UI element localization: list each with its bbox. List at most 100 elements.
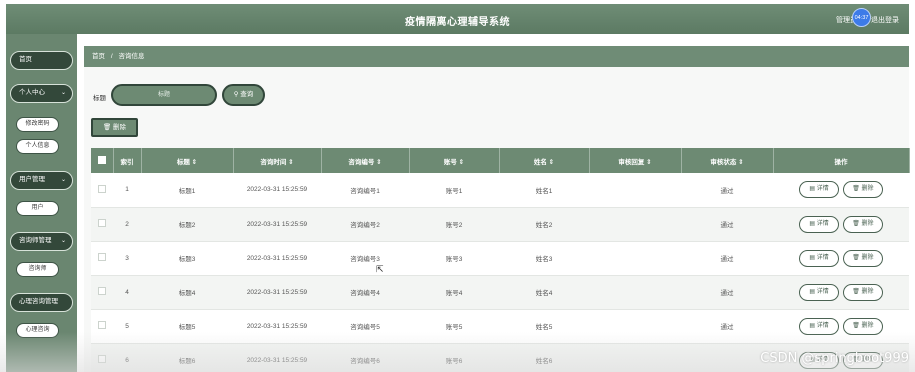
column-header[interactable]: 咨询编号 ⇕ xyxy=(321,148,410,173)
cell-code: 咨询编号4 xyxy=(350,290,380,297)
cell-code: 咨询编号2 xyxy=(350,222,380,229)
sidebar-item-user-management[interactable]: 用户管理 ⌄ xyxy=(10,171,73,190)
trash-icon: 🗑 xyxy=(852,322,860,329)
cell-reply xyxy=(589,207,681,241)
table-row: 4 标题4 2022-03-31 15:25:59 咨询编号4 账号4 姓名4 通过 ▤ 详… xyxy=(91,275,909,309)
cell-title: 标题3 xyxy=(178,256,196,263)
cell-time: 2022-03-31 15:25:59 xyxy=(246,254,308,262)
cell-time: 2022-03-31 15:25:59 xyxy=(246,288,308,296)
breadcrumb: 首页 / 咨询信息 xyxy=(84,46,909,67)
detail-button[interactable]: ▤ 详情 xyxy=(799,283,840,301)
delete-button[interactable]: 🗑 删除 xyxy=(842,181,883,199)
search-input[interactable]: 标题 xyxy=(111,84,217,106)
column-header[interactable]: 标题 ⇕ xyxy=(141,148,234,173)
clock-badge: 04:37 xyxy=(852,8,871,27)
column-header[interactable]: 审核回复 ⇕ xyxy=(589,148,682,173)
document-icon: ▤ xyxy=(809,186,816,193)
sidebar-item-home[interactable]: 首页 xyxy=(10,51,73,70)
column-header[interactable]: 咨询时间 ⇕ xyxy=(233,148,322,173)
chevron-down-icon: ⌄ xyxy=(60,177,66,183)
cell-reply xyxy=(589,241,681,275)
document-icon: ▤ xyxy=(809,288,816,295)
sidebar-item-consultation-management[interactable]: 心理咨询管理 xyxy=(10,293,73,312)
detail-label: 详情 xyxy=(816,288,829,295)
trash-icon: 🗑 xyxy=(852,220,860,227)
bulk-delete-label: 删除 xyxy=(113,124,127,131)
cell-status: 通过 xyxy=(720,290,734,297)
search-button[interactable]: ⚲ 查询 xyxy=(222,84,265,106)
cell-account: 账号4 xyxy=(445,290,463,297)
cell-index: 1 xyxy=(125,186,129,194)
delete-button[interactable]: 🗑 删除 xyxy=(842,249,883,267)
cell-index: 4 xyxy=(125,288,129,296)
cell-title: 标题2 xyxy=(178,222,196,229)
cell-time: 2022-03-31 15:25:59 xyxy=(246,186,308,194)
cell-status: 通过 xyxy=(720,256,734,263)
row-checkbox[interactable] xyxy=(91,275,113,309)
bulk-delete-button[interactable]: 🗑 删除 xyxy=(91,118,138,137)
cell-index: 2 xyxy=(125,220,129,228)
column-header[interactable]: 姓名 ⇕ xyxy=(499,148,590,173)
delete-label: 删除 xyxy=(861,322,874,329)
column-header[interactable]: 账号 ⇕ xyxy=(409,148,500,173)
cell-account: 账号3 xyxy=(445,256,463,263)
select-all-checkbox[interactable] xyxy=(91,148,114,173)
cell-reply xyxy=(589,173,681,207)
detail-label: 详情 xyxy=(816,254,829,261)
detail-label: 详情 xyxy=(816,220,829,227)
row-actions: ▤ 详情 🗑 删除 xyxy=(773,173,909,207)
breadcrumb-current: 咨询信息 xyxy=(118,53,145,60)
delete-label: 删除 xyxy=(861,186,874,193)
sidebar-item-label: 用户管理 xyxy=(19,176,45,183)
sidebar-item-counselor-management[interactable]: 咨询师管理 ⌄ xyxy=(10,232,73,251)
breadcrumb-home[interactable]: 首页 xyxy=(92,53,105,60)
delete-label: 删除 xyxy=(861,288,874,295)
row-checkbox[interactable] xyxy=(91,207,113,241)
sidebar-subitem-counselor[interactable]: 咨询师 xyxy=(16,262,59,277)
search-icon: ⚲ xyxy=(233,91,239,98)
detail-button[interactable]: ▤ 详情 xyxy=(799,215,840,233)
column-header[interactable]: 审核状态 ⇕ xyxy=(681,148,774,173)
detail-button[interactable]: ▤ 详情 xyxy=(799,181,840,199)
cell-reply xyxy=(589,275,681,309)
column-header: 索引 xyxy=(113,148,142,173)
delete-label: 删除 xyxy=(861,220,874,227)
document-icon: ▤ xyxy=(809,220,816,227)
logout-link[interactable]: 退出登录 xyxy=(871,15,899,25)
detail-label: 详情 xyxy=(816,186,829,193)
chevron-down-icon: ⌄ xyxy=(60,90,66,96)
watermark: CSDN @springboot999 xyxy=(760,351,909,366)
mouse-cursor-icon: ⇱ xyxy=(376,264,384,274)
cell-code: 咨询编号1 xyxy=(350,187,380,195)
row-actions: ▤ 详情 🗑 删除 xyxy=(773,207,909,241)
sidebar-item-label: 咨询师管理 xyxy=(19,237,52,244)
delete-button[interactable]: 🗑 删除 xyxy=(842,215,883,233)
cell-index: 3 xyxy=(125,254,129,262)
cell-account: 账号1 xyxy=(445,187,463,195)
cell-account: 账号2 xyxy=(445,222,463,229)
cell-title: 标题4 xyxy=(178,290,196,297)
sidebar-item-personal-center[interactable]: 个人中心 ⌄ xyxy=(10,84,73,103)
sidebar-subitem-personal-info[interactable]: 个人信息 xyxy=(16,139,59,154)
cell-code: 咨询编号3 xyxy=(350,256,380,263)
sidebar-item-label: 个人中心 xyxy=(19,89,45,96)
cell-time: 2022-03-31 15:25:59 xyxy=(246,220,308,228)
app-title: 疫情隔离心理辅导系统 xyxy=(405,17,510,28)
delete-button[interactable]: 🗑 删除 xyxy=(842,283,883,301)
document-icon: ▤ xyxy=(809,254,816,261)
top-bar: 疫情隔离心理辅导系统 管理员 04:37 退出登录 xyxy=(6,4,909,34)
trash-icon: 🗑 xyxy=(852,254,860,261)
search-button-label: 查询 xyxy=(240,91,254,98)
row-checkbox[interactable] xyxy=(91,241,113,275)
detail-button[interactable]: ▤ 详情 xyxy=(799,249,840,267)
search-label: 标题 xyxy=(93,95,106,102)
row-actions: ▤ 详情 🗑 删除 xyxy=(773,275,909,309)
row-checkbox[interactable] xyxy=(91,173,113,207)
trash-icon: 🗑 xyxy=(852,186,860,193)
breadcrumb-separator: / xyxy=(110,53,113,60)
cell-status: 通过 xyxy=(720,222,734,229)
sidebar-subitem-users[interactable]: 用户 xyxy=(16,201,59,216)
cell-name: 姓名4 xyxy=(535,290,553,297)
sidebar-subitem-change-password[interactable]: 修改密码 xyxy=(16,117,59,132)
table-row: 2 标题2 2022-03-31 15:25:59 咨询编号2 账号2 姓名2 通过 ▤ 详… xyxy=(91,207,909,241)
